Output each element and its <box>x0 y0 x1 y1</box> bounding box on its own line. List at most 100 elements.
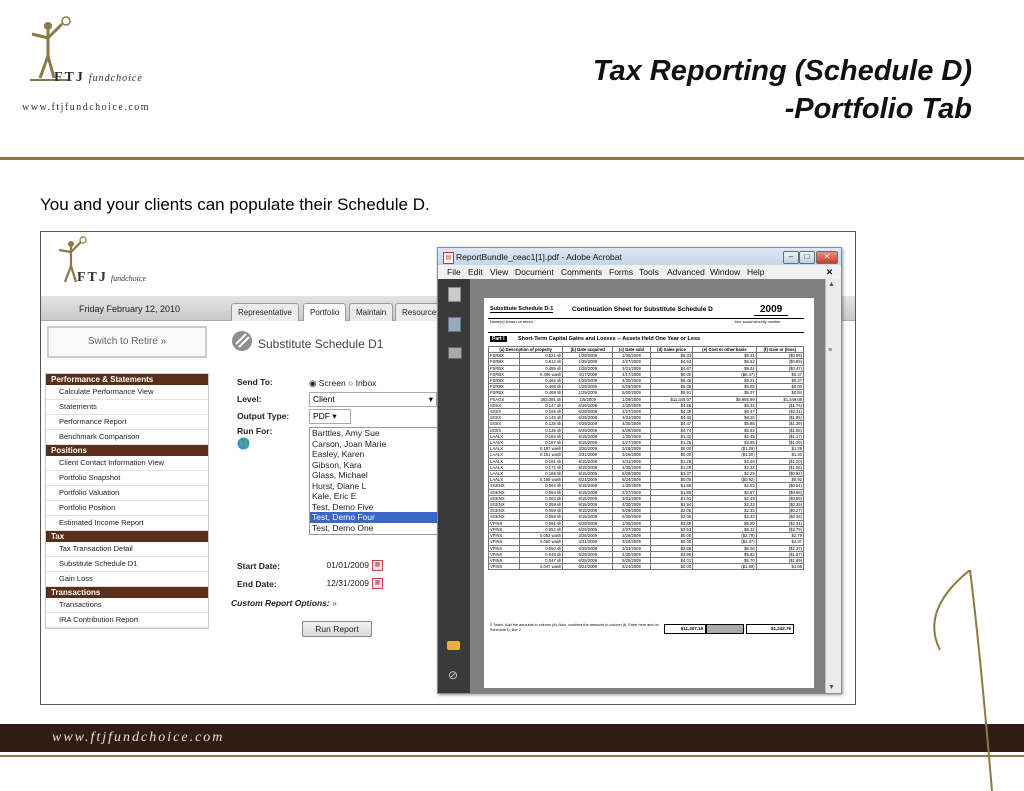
nav-item-ira-contribution[interactable]: IRA Contribution Report <box>46 613 208 628</box>
menu-edit[interactable]: Edit <box>468 267 483 277</box>
table-cell: $0.00 <box>649 563 694 571</box>
menu-window[interactable]: Window <box>710 267 740 277</box>
nav-header-transactions: Transactions <box>46 587 208 598</box>
tax-year: 2009 <box>754 304 789 316</box>
double-chevron-right-icon: » <box>160 336 167 347</box>
client-option[interactable]: Barttles, Amy Sue <box>310 428 450 439</box>
table-cell: ($1.69) <box>692 563 757 571</box>
nav-header-tax: Tax <box>46 531 208 542</box>
client-option[interactable]: Hurst, Diane L <box>310 481 450 492</box>
client-option-selected[interactable]: Test, Demo Four <box>310 512 450 523</box>
maximize-button[interactable]: □ <box>799 251 815 264</box>
client-option[interactable]: Easley, Karen <box>310 449 450 460</box>
end-date-input[interactable]: 12/31/2009 <box>309 578 369 588</box>
close-button[interactable]: ✕ <box>816 251 838 264</box>
client-option[interactable]: Test, Demo One <box>310 523 450 534</box>
menu-forms[interactable]: Forms <box>609 267 633 277</box>
form-name: Substitute Schedule D-1 <box>490 306 554 313</box>
minimize-button[interactable]: – <box>783 251 799 264</box>
schedule-column-header: (e) Cost or other basis <box>692 345 757 354</box>
level-select[interactable]: Client ▾ <box>309 392 437 407</box>
nav-item-benchmark-comparison[interactable]: Benchmark Comparison <box>46 430 208 445</box>
send-to-label: Send To: <box>237 377 273 387</box>
part-label: Part I <box>490 336 507 342</box>
tab-representative[interactable]: Representative <box>231 303 299 321</box>
table-cell: VFINX <box>487 563 521 571</box>
table-cell: 6/24/2009 <box>612 563 651 571</box>
header-divider <box>0 157 1024 160</box>
output-type-label: Output Type: <box>237 411 290 421</box>
calendar-icon[interactable]: ▦ <box>372 578 383 589</box>
nav-item-portfolio-position[interactable]: Portfolio Position <box>46 501 208 516</box>
menu-document[interactable]: Document <box>515 267 554 277</box>
slide-title: Tax Reporting (Schedule D) -Portfolio Ta… <box>592 55 972 125</box>
page-title: Substitute Schedule D1 <box>258 337 384 351</box>
total-gain: $1,242.76 <box>746 624 794 634</box>
menu-help[interactable]: Help <box>747 267 764 277</box>
globe-icon[interactable] <box>237 437 250 450</box>
screen-radio[interactable]: ◉ <box>309 378 316 388</box>
nav-item-substitute-schedule-d1[interactable]: Substitute Schedule D1 <box>46 557 208 572</box>
decorative-arc <box>933 570 993 791</box>
app-logo-text: FTJ fundchoice <box>77 270 146 285</box>
attachments-icon[interactable]: ⊘ <box>448 669 460 681</box>
intro-text: You and your clients can populate their … <box>40 195 430 214</box>
table-cell: 0.047 wash <box>519 563 564 571</box>
table-row: VFINX 0.047 wash 6/24/2009 6/24/2009 $0.00 ($… <box>487 563 805 571</box>
custom-report-options-toggle[interactable]: Custom Report Options: » <box>231 598 337 608</box>
calendar-icon[interactable]: ▦ <box>372 560 383 571</box>
client-option[interactable]: Kale, Eric E <box>310 491 450 502</box>
footer-rule <box>0 755 1024 757</box>
output-type-select[interactable]: PDF ▾ <box>309 409 351 424</box>
pdf-file-icon: ▤ <box>443 252 454 264</box>
signatures-icon[interactable] <box>448 347 462 359</box>
nav-item-performance-report[interactable]: Performance Report <box>46 415 208 430</box>
level-label: Level: <box>237 394 262 404</box>
client-option[interactable]: Carson, Joan Marie <box>310 439 450 450</box>
nav-item-portfolio-snapshot[interactable]: Portfolio Snapshot <box>46 471 208 486</box>
start-date-label: Start Date: <box>237 561 280 571</box>
tab-portfolio[interactable]: Portfolio <box>303 303 347 321</box>
client-option[interactable]: Test, Demo Five <box>310 502 450 513</box>
tab-maintain[interactable]: Maintain <box>349 303 394 321</box>
total-sales: $11,407.16 <box>664 624 706 634</box>
logo-url: www.ftjfundchoice.com <box>22 102 151 113</box>
schedule-icon <box>232 331 252 351</box>
bookmarks-icon[interactable] <box>448 317 461 332</box>
nav-item-tax-transaction-detail[interactable]: Tax Transaction Detail <box>46 542 208 557</box>
current-date: Friday February 12, 2010 <box>79 304 181 314</box>
doc-rule <box>488 332 804 333</box>
menu-file[interactable]: File <box>447 267 461 277</box>
vertical-scrollbar[interactable]: ▲ ≡ ▼ <box>825 279 841 693</box>
client-option[interactable]: Gibson, Kara <box>310 460 450 471</box>
inbox-radio[interactable]: ○ <box>348 378 353 388</box>
menu-tools[interactable]: Tools <box>639 267 659 277</box>
menu-comments[interactable]: Comments <box>561 267 602 277</box>
nav-item-statements[interactable]: Statements <box>46 400 208 415</box>
close-document-icon[interactable]: ✕ <box>826 267 833 278</box>
run-for-listbox[interactable]: Barttles, Amy Sue Carson, Joan Marie Eas… <box>309 427 451 535</box>
pages-icon[interactable] <box>448 287 461 302</box>
footer-url: www.ftjfundchoice.com <box>52 730 225 745</box>
nav-item-gain-loss[interactable]: Gain Loss <box>46 572 208 587</box>
totals-note: 2 Totals. Add the amounts in column (d).… <box>490 623 659 632</box>
nav-item-calculate-performance[interactable]: Calculate Performance View <box>46 385 208 400</box>
doc-heading: Continuation Sheet for Substitute Schedu… <box>572 306 713 313</box>
schedule-column-header: (a) Description of property <box>487 345 564 354</box>
send-to-radio-group: ◉ Screen ○ Inbox <box>309 378 377 388</box>
menu-advanced[interactable]: Advanced <box>667 267 705 277</box>
nav-item-transactions[interactable]: Transactions <box>46 598 208 613</box>
menu-view[interactable]: View <box>490 267 508 277</box>
nav-item-estimated-income[interactable]: Estimated Income Report <box>46 516 208 531</box>
run-for-label: Run For: <box>237 426 273 436</box>
nav-item-portfolio-valuation[interactable]: Portfolio Valuation <box>46 486 208 501</box>
comments-icon[interactable] <box>447 641 460 650</box>
navigation-pane: ⊘ <box>438 279 470 693</box>
nav-item-client-contact[interactable]: Client Contact Information View <box>46 456 208 471</box>
switch-to-retire-button[interactable]: Switch to Retire » <box>47 326 207 358</box>
client-option[interactable]: Glass, Michael <box>310 470 450 481</box>
start-date-input[interactable]: 01/01/2009 <box>309 560 369 570</box>
doc-rule <box>488 318 804 319</box>
names-label: Name(s) shown on return <box>490 320 533 324</box>
run-report-button[interactable]: Run Report <box>302 621 372 637</box>
